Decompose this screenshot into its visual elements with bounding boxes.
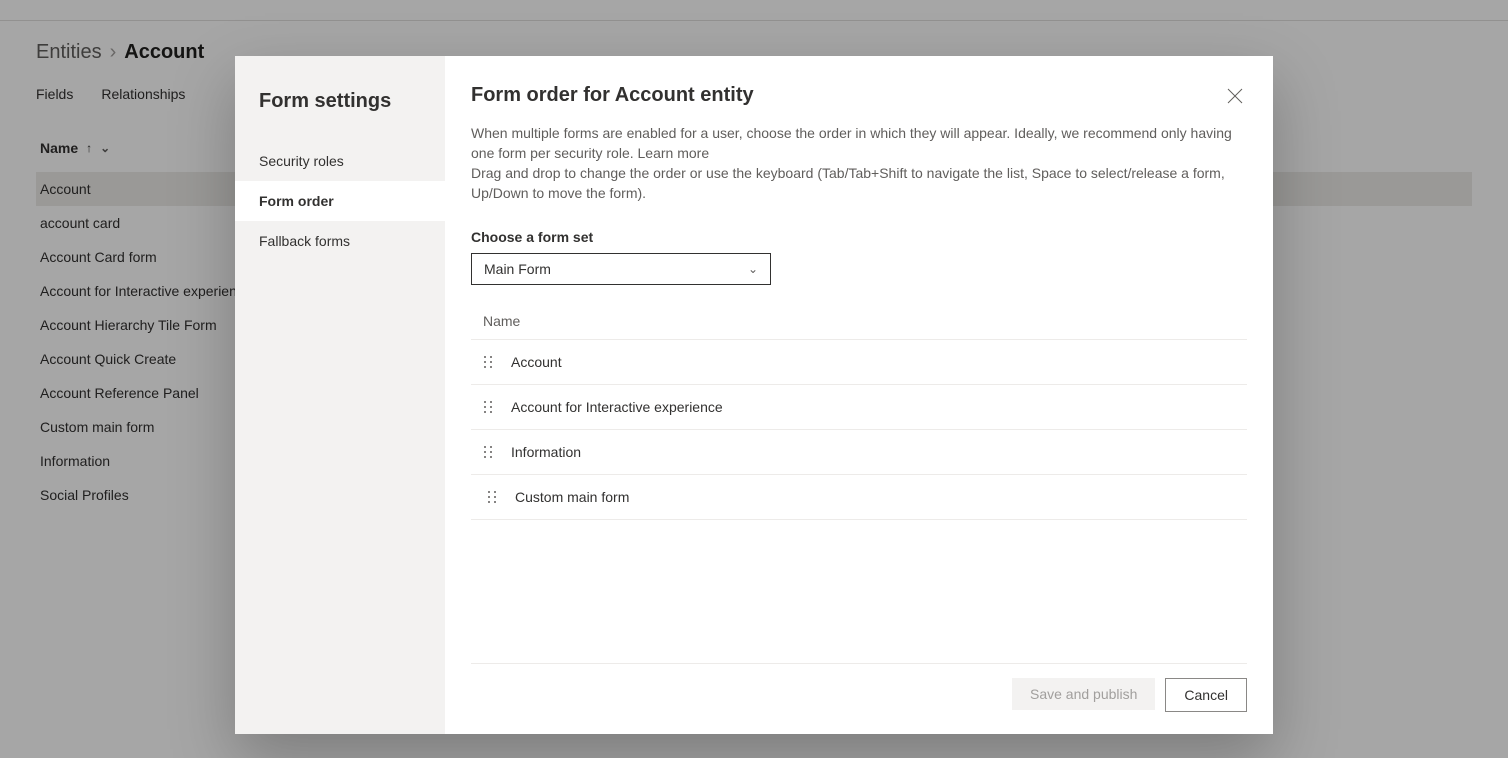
save-and-publish-button[interactable]: Save and publish <box>1012 678 1155 710</box>
form-order-row-label: Information <box>511 444 581 460</box>
form-settings-modal: Form settings Security rolesForm orderFa… <box>235 56 1273 734</box>
modal-sidebar: Form settings Security rolesForm orderFa… <box>235 56 445 734</box>
form-order-table: Name Account Account for Interactive expe… <box>471 303 1247 520</box>
form-set-value: Main Form <box>484 261 551 277</box>
form-set-select[interactable]: Main Form ⌄ <box>471 253 771 285</box>
close-icon <box>1227 88 1243 104</box>
close-button[interactable] <box>1219 80 1251 112</box>
cancel-button[interactable]: Cancel <box>1165 678 1247 712</box>
sidebar-item-fallback-forms[interactable]: Fallback forms <box>235 221 445 261</box>
choose-form-set-label: Choose a form set <box>471 229 1247 245</box>
modal-footer: Save and publish Cancel <box>471 663 1247 712</box>
modal-sidebar-title: Form settings <box>259 90 445 113</box>
order-column-header: Name <box>471 303 1247 340</box>
drag-handle-icon[interactable] <box>487 490 497 504</box>
modal-main: Form order for Account entity When multi… <box>445 56 1273 734</box>
sidebar-item-security-roles[interactable]: Security roles <box>235 141 445 181</box>
modal-description: When multiple forms are enabled for a us… <box>471 123 1241 203</box>
drag-handle-icon[interactable] <box>483 400 493 414</box>
modal-desc-2: Drag and drop to change the order or use… <box>471 165 1225 201</box>
form-order-row[interactable]: Account for Interactive experience <box>471 385 1247 430</box>
drag-handle-icon[interactable] <box>483 445 493 459</box>
form-order-row-label: Account for Interactive experience <box>511 399 723 415</box>
form-order-row-label: Custom main form <box>515 489 629 505</box>
form-order-row[interactable]: Custom main form <box>471 475 1247 520</box>
learn-more-link[interactable]: Learn more <box>638 145 710 161</box>
sidebar-item-form-order[interactable]: Form order <box>235 181 445 221</box>
modal-desc-1: When multiple forms are enabled for a us… <box>471 125 1232 161</box>
form-order-row-label: Account <box>511 354 562 370</box>
modal-title: Form order for Account entity <box>471 84 1247 107</box>
form-order-row[interactable]: Account <box>471 340 1247 385</box>
drag-handle-icon[interactable] <box>483 355 493 369</box>
chevron-down-icon: ⌄ <box>748 262 758 276</box>
form-order-row[interactable]: Information <box>471 430 1247 475</box>
